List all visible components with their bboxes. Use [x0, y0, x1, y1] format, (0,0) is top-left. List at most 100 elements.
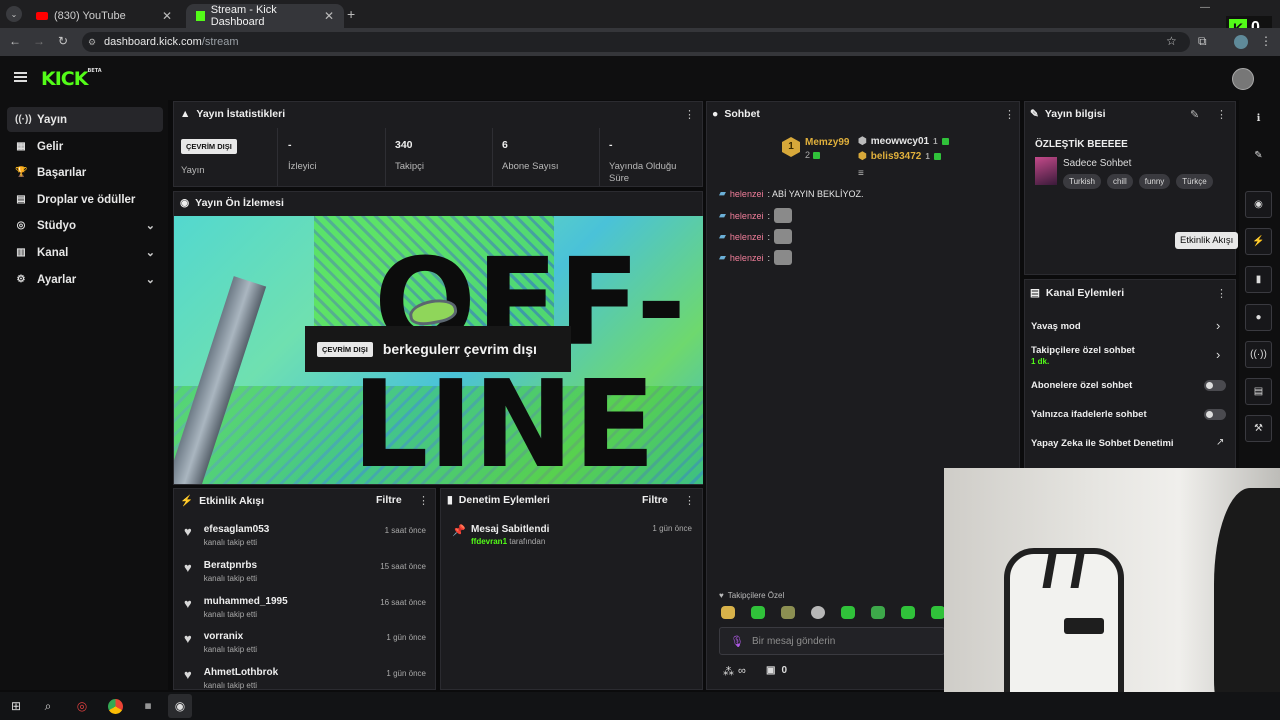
- obs-icon[interactable]: ◉: [168, 694, 192, 718]
- kick-logo[interactable]: KICKBETA: [41, 68, 102, 90]
- wrench-icon[interactable]: ⚒: [1245, 415, 1272, 442]
- activity-menu-icon[interactable]: ⋮: [418, 494, 429, 507]
- site-info-icon[interactable]: ⚙: [88, 37, 96, 48]
- minimize-window-button[interactable]: —: [1200, 2, 1210, 13]
- feed-time: 1 saat önce: [384, 526, 426, 535]
- microphone-icon[interactable]: 🎙: [730, 635, 744, 648]
- feed-action: kanalı takip etti: [203, 574, 258, 583]
- subscribers-only-toggle[interactable]: [1204, 380, 1226, 391]
- chat-input[interactable]: 🎙 Bir mesaj gönderin: [719, 627, 945, 655]
- badge-icon: ⬢: [858, 151, 867, 162]
- feed-username[interactable]: muhammed_1995: [204, 596, 288, 607]
- stats-menu-icon[interactable]: ⋮: [684, 108, 695, 121]
- hamburger-menu-icon[interactable]: [14, 72, 27, 82]
- chat-username[interactable]: helenzei: [730, 253, 764, 263]
- feed-username[interactable]: AhmetLothbrok: [204, 667, 278, 678]
- gift-icon: [933, 153, 941, 160]
- moderator-name[interactable]: ffdevran1: [471, 537, 507, 546]
- forward-arrow-icon[interactable]: →: [31, 34, 47, 48]
- slow-mode-label[interactable]: Yavaş mod: [1031, 321, 1081, 332]
- bookmark-star-icon[interactable]: ☆: [1166, 34, 1177, 48]
- browser-menu-icon[interactable]: ⋮: [1260, 34, 1272, 48]
- close-tab-icon[interactable]: ✕: [324, 9, 334, 23]
- emote-only-label: Yalnızca ifadelerle sohbet: [1031, 409, 1147, 420]
- emote-icon[interactable]: [721, 606, 735, 619]
- emote-icon[interactable]: [871, 606, 885, 619]
- extensions-icon[interactable]: ⧉: [1198, 34, 1207, 49]
- feed-username[interactable]: efesaglam053: [204, 524, 270, 535]
- tag-pill[interactable]: funny: [1138, 174, 1171, 189]
- emote-icon[interactable]: [901, 606, 915, 619]
- new-tab-button[interactable]: +: [347, 6, 355, 22]
- sidebar-item-drops[interactable]: ▤ Droplar ve ödüller: [7, 187, 163, 212]
- browser-tab-kick[interactable]: Stream - Kick Dashboard ✕: [186, 4, 344, 28]
- app-icon[interactable]: ▦: [136, 694, 160, 718]
- chat-menu-icon[interactable]: ⋮: [1004, 108, 1015, 121]
- expand-leaders-icon[interactable]: ≡: [858, 168, 864, 179]
- moderation-filter-button[interactable]: Filtre: [642, 494, 668, 506]
- windows-start-icon[interactable]: ⊞: [4, 694, 28, 718]
- edit-icon[interactable]: ✎: [1245, 142, 1272, 169]
- activity-filter-button[interactable]: Filtre: [376, 494, 402, 506]
- feed-username[interactable]: Beratpnrbs: [204, 560, 257, 571]
- search-icon[interactable]: ⌕: [36, 694, 60, 718]
- webcam-overlay: [944, 468, 1280, 720]
- feed-action: kanalı takip etti: [203, 645, 258, 654]
- tag-pill[interactable]: Turkish: [1063, 174, 1101, 189]
- reload-icon[interactable]: ↻: [55, 34, 71, 48]
- sidebar-item-stream[interactable]: ((·)) Yayın: [7, 107, 163, 132]
- emote-icon[interactable]: [751, 606, 765, 619]
- divider: [599, 128, 600, 186]
- app-icon[interactable]: ◎: [70, 694, 94, 718]
- chevron-right-icon[interactable]: ›: [1216, 347, 1220, 362]
- emote-icon[interactable]: [811, 606, 825, 619]
- edit-pencil-icon[interactable]: ✎: [1190, 108, 1199, 121]
- sidebar-item-achievements[interactable]: 🏆 Başarılar: [7, 160, 163, 185]
- external-link-icon[interactable]: ↗: [1216, 437, 1224, 448]
- tab-search-button[interactable]: ⌄: [6, 6, 22, 22]
- tag-pill[interactable]: chill: [1106, 174, 1133, 189]
- moderation-menu-icon[interactable]: ⋮: [684, 494, 695, 507]
- leader-name[interactable]: meowwcy01: [871, 136, 929, 147]
- sidebar-item-settings[interactable]: ⚙ Ayarlar ⌄: [7, 267, 163, 292]
- stream-stats-title: ▲ Yayın İstatistikleri: [180, 108, 286, 120]
- emote-icon[interactable]: [931, 606, 945, 619]
- chrome-icon[interactable]: [103, 694, 127, 718]
- chat-username[interactable]: helenzei: [730, 232, 764, 242]
- gift-counter[interactable]: ▣ 0: [766, 665, 787, 676]
- sidebar-item-revenue[interactable]: ▦ Gelir: [7, 134, 163, 159]
- channel-actions-icon[interactable]: ▤: [1245, 378, 1272, 405]
- chat-username[interactable]: helenzei: [730, 211, 764, 221]
- leader-name[interactable]: Memzy99: [805, 137, 849, 148]
- close-tab-icon[interactable]: ✕: [162, 9, 172, 23]
- sidebar-item-studio[interactable]: ◎ Stüdyo ⌄: [7, 213, 163, 238]
- emote-icon[interactable]: [781, 606, 795, 619]
- moderation-icon[interactable]: ▮: [1245, 266, 1272, 293]
- stream-info-menu-icon[interactable]: ⋮: [1216, 108, 1227, 121]
- address-bar[interactable]: dashboard.kick.com/stream: [82, 32, 1190, 52]
- back-arrow-icon[interactable]: ←: [7, 34, 23, 48]
- url-path: /stream: [201, 36, 239, 48]
- category-name[interactable]: Sadece Sohbet: [1063, 158, 1131, 169]
- tag-pill[interactable]: Türkçe: [1176, 174, 1213, 189]
- preview-icon[interactable]: ◉: [1245, 191, 1272, 218]
- category-thumbnail[interactable]: [1035, 157, 1057, 185]
- channel-actions-menu-icon[interactable]: ⋮: [1216, 287, 1227, 300]
- feed-username[interactable]: vorranix: [204, 631, 257, 642]
- browser-tab-youtube[interactable]: (830) YouTube ✕: [26, 4, 182, 28]
- chat-username[interactable]: helenzei: [730, 189, 764, 199]
- followers-only-label[interactable]: Takipçilere özel sohbet: [1031, 345, 1135, 356]
- ai-moderation-label[interactable]: Yapay Zeka ile Sohbet Denetimi: [1031, 438, 1174, 449]
- lightning-icon[interactable]: ⚡: [1245, 228, 1272, 255]
- broadcast-icon[interactable]: ((·)): [1245, 341, 1272, 368]
- sidebar-item-channel[interactable]: ▥ Kanal ⌄: [7, 240, 163, 265]
- emote-icon[interactable]: [841, 606, 855, 619]
- info-icon[interactable]: ℹ: [1245, 105, 1272, 132]
- points-indicator[interactable]: ⁂ ∞: [723, 665, 746, 678]
- emote-only-toggle[interactable]: [1204, 409, 1226, 420]
- chat-bubble-icon[interactable]: ●: [1245, 304, 1272, 331]
- leader-name[interactable]: belis93472: [871, 151, 922, 162]
- chevron-right-icon[interactable]: ›: [1216, 318, 1220, 333]
- user-avatar[interactable]: [1232, 68, 1254, 90]
- profile-avatar-icon[interactable]: [1234, 35, 1248, 49]
